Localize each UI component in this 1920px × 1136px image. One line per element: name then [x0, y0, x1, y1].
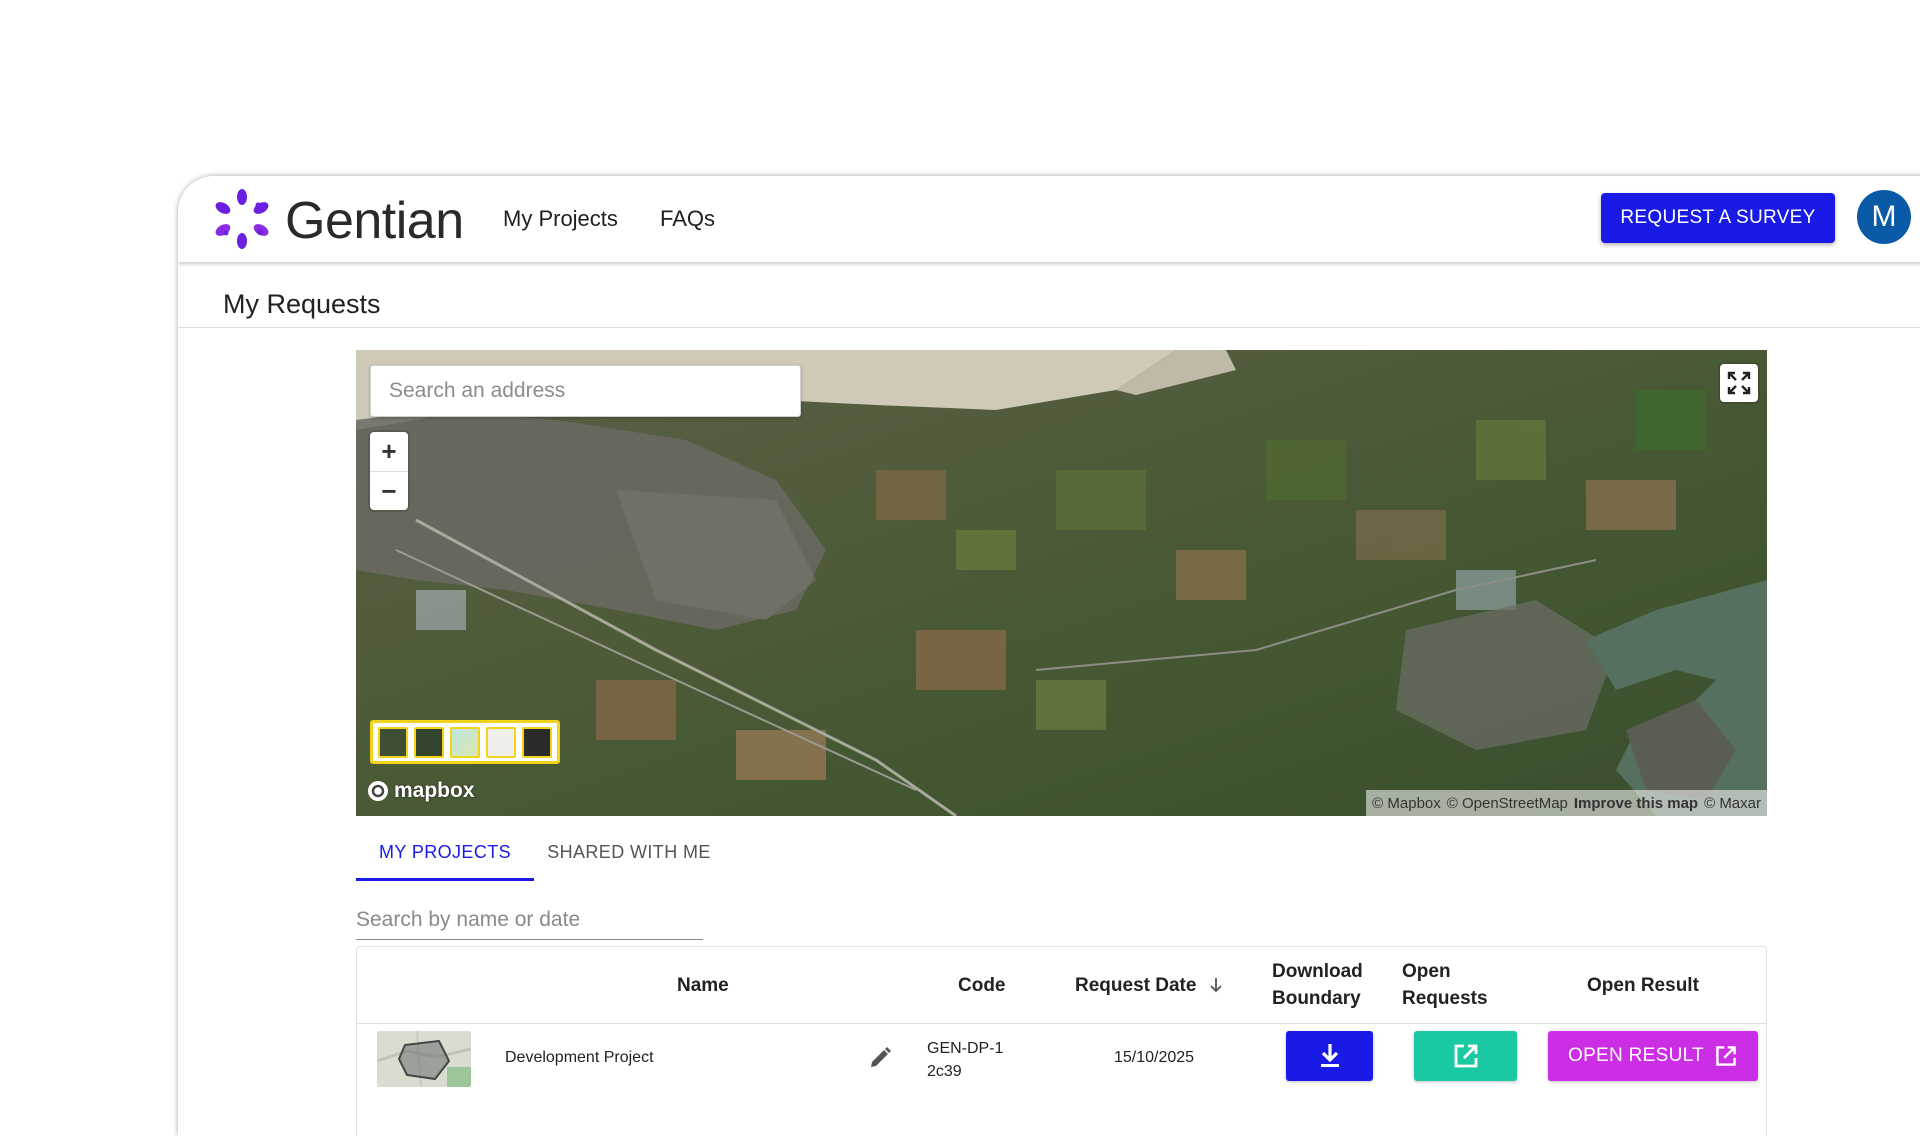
style-satellite-streets[interactable] — [378, 726, 408, 758]
open-in-new-icon — [1454, 1044, 1477, 1068]
fullscreen-icon — [1727, 371, 1751, 395]
project-code: GEN-DP-12c39 — [927, 1040, 1004, 1080]
nav-my-projects[interactable]: My Projects — [503, 206, 618, 232]
title-divider — [178, 327, 1920, 328]
column-header-download-boundary[interactable]: Download Boundary — [1272, 947, 1382, 1023]
style-light[interactable] — [486, 726, 516, 758]
user-avatar[interactable]: M — [1857, 190, 1911, 244]
mapbox-wordmark: mapbox — [394, 779, 475, 802]
project-search-input[interactable] — [356, 900, 703, 940]
column-header-open-requests[interactable]: Open Requests — [1402, 947, 1502, 1023]
active-tab-indicator — [356, 878, 534, 881]
project-name[interactable]: Development Project — [505, 1049, 654, 1067]
attribution-maxar[interactable]: © Maxar — [1704, 795, 1761, 812]
zoom-out-button[interactable]: − — [370, 471, 408, 510]
column-header-open-result[interactable]: Open Result — [1587, 947, 1699, 1023]
attribution-osm[interactable]: © OpenStreetMap — [1447, 795, 1568, 812]
column-header-request-date[interactable]: Request Date — [1075, 947, 1224, 1023]
top-navbar: Gentian My Projects FAQs REQUEST A SURVE… — [178, 176, 1920, 262]
tab-my-projects[interactable]: MY PROJECTS — [356, 824, 534, 880]
page-title: My Requests — [223, 289, 381, 319]
fullscreen-button[interactable] — [1720, 364, 1758, 402]
map-address-search-input[interactable] — [370, 365, 801, 417]
open-requests-button[interactable] — [1414, 1031, 1517, 1081]
request-survey-button[interactable]: REQUEST A SURVEY — [1601, 193, 1835, 243]
map-attribution: © Mapbox © OpenStreetMap Improve this ma… — [1366, 790, 1767, 816]
request-date: 15/10/2025 — [1114, 1049, 1195, 1066]
request-date-label: Request Date — [1075, 974, 1197, 996]
edit-name-button[interactable] — [867, 1045, 893, 1076]
download-icon — [1320, 1044, 1339, 1067]
nav-faqs[interactable]: FAQs — [660, 206, 715, 232]
app-window: Gentian My Projects FAQs REQUEST A SURVE… — [178, 176, 1920, 1136]
style-dark[interactable] — [522, 726, 552, 758]
style-outdoors[interactable] — [450, 726, 480, 758]
open-result-button[interactable]: OPEN RESULT — [1548, 1031, 1758, 1081]
download-boundary-button[interactable] — [1286, 1031, 1373, 1081]
mapbox-logo[interactable]: mapbox — [366, 778, 475, 804]
zoom-in-button[interactable]: + — [370, 432, 408, 471]
header-divider — [357, 1023, 1766, 1024]
map-view[interactable]: + − mapbox — [356, 350, 1767, 816]
open-in-new-icon — [1716, 1046, 1736, 1066]
gentian-logo-icon[interactable] — [210, 187, 274, 251]
boundary-map-thumbnail — [377, 1031, 471, 1087]
zoom-controls: + − — [370, 432, 408, 510]
projects-table: Name Code Request Date Download Boundary… — [356, 946, 1767, 1136]
column-header-name[interactable]: Name — [677, 947, 729, 1023]
satellite-imagery[interactable] — [356, 350, 1767, 816]
tab-shared-with-me[interactable]: SHARED WITH ME — [534, 824, 724, 880]
map-style-switcher — [370, 720, 560, 764]
improve-map-link[interactable]: Improve this map — [1574, 795, 1698, 812]
pencil-icon — [871, 1047, 891, 1067]
style-satellite[interactable] — [414, 726, 444, 758]
open-result-label: OPEN RESULT — [1568, 1045, 1704, 1066]
sort-descending-icon[interactable] — [1208, 976, 1224, 994]
attribution-mapbox[interactable]: © Mapbox — [1372, 795, 1441, 812]
project-thumbnail[interactable] — [377, 1031, 471, 1087]
brand-name[interactable]: Gentian — [285, 191, 464, 251]
mapbox-logo-icon — [368, 781, 388, 801]
column-header-code[interactable]: Code — [958, 947, 1006, 1023]
